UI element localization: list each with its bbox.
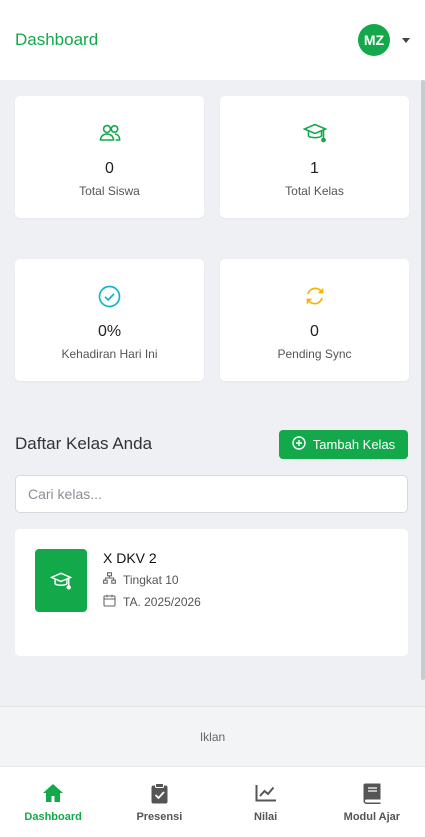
nav-label: Presensi bbox=[136, 811, 183, 823]
nav-item-modul-ajar[interactable]: Modul Ajar bbox=[319, 767, 425, 837]
section-title: Daftar Kelas Anda bbox=[15, 434, 153, 453]
stat-value: 0 bbox=[105, 160, 114, 177]
nav-label: Modul Ajar bbox=[343, 811, 401, 823]
stat-value: 1 bbox=[310, 160, 319, 177]
stat-card-total-siswa: 0 Total Siswa bbox=[15, 96, 204, 218]
class-name: X DKV 2 bbox=[103, 550, 157, 566]
avatar[interactable]: MZ bbox=[358, 24, 390, 56]
class-year: TA. 2025/2026 bbox=[103, 594, 201, 610]
stat-label: Pending Sync bbox=[277, 347, 352, 361]
stat-label: Kehadiran Hari Ini bbox=[61, 347, 158, 361]
clipboard-check-icon bbox=[151, 781, 168, 805]
class-card[interactable]: X DKV 2 Tingkat 10 TA. 2025/2026 bbox=[15, 529, 408, 656]
class-year-text: TA. 2025/2026 bbox=[123, 595, 201, 609]
graduation-cap-icon bbox=[35, 549, 87, 612]
nav-label: Nilai bbox=[254, 811, 278, 823]
nav-item-nilai[interactable]: Nilai bbox=[213, 767, 319, 837]
search-input[interactable] bbox=[15, 475, 408, 513]
add-class-button[interactable]: Tambah Kelas bbox=[279, 430, 408, 459]
class-level-text: Tingkat 10 bbox=[123, 572, 179, 587]
scrollbar[interactable] bbox=[421, 80, 425, 680]
stat-label: Total Siswa bbox=[79, 184, 140, 198]
sitemap-icon bbox=[103, 572, 116, 587]
sync-icon bbox=[303, 285, 327, 307]
nav-item-dashboard[interactable]: Dashboard bbox=[0, 767, 106, 837]
stat-value: 0 bbox=[310, 323, 319, 340]
stat-card-pending-sync: 0 Pending Sync bbox=[220, 259, 409, 381]
chart-line-icon bbox=[255, 781, 277, 805]
chevron-down-icon[interactable] bbox=[402, 37, 410, 43]
class-level: Tingkat 10 bbox=[103, 572, 179, 587]
stat-card-total-kelas: 1 Total Kelas bbox=[220, 96, 409, 218]
stat-card-kehadiran: 0% Kehadiran Hari Ini bbox=[15, 259, 204, 381]
ad-banner: Iklan bbox=[0, 706, 425, 766]
user-menu[interactable]: MZ bbox=[358, 24, 410, 56]
ad-label: Iklan bbox=[199, 729, 226, 744]
users-icon bbox=[98, 122, 122, 144]
bottom-nav: Dashboard Presensi Nilai Modul Ajar bbox=[0, 766, 425, 837]
home-icon bbox=[42, 781, 64, 805]
plus-circle-icon bbox=[292, 436, 306, 453]
page-title: Dashboard bbox=[15, 30, 99, 49]
check-circle-icon bbox=[98, 285, 122, 307]
graduation-cap-icon bbox=[302, 122, 327, 144]
nav-label: Dashboard bbox=[24, 811, 82, 823]
book-icon bbox=[363, 781, 381, 805]
stat-value: 0% bbox=[97, 323, 122, 340]
app-header: Dashboard MZ bbox=[0, 0, 425, 80]
nav-item-presensi[interactable]: Presensi bbox=[106, 767, 212, 837]
stat-label: Total Kelas bbox=[285, 184, 344, 198]
add-class-label: Tambah Kelas bbox=[312, 437, 396, 452]
calendar-icon bbox=[103, 594, 116, 610]
